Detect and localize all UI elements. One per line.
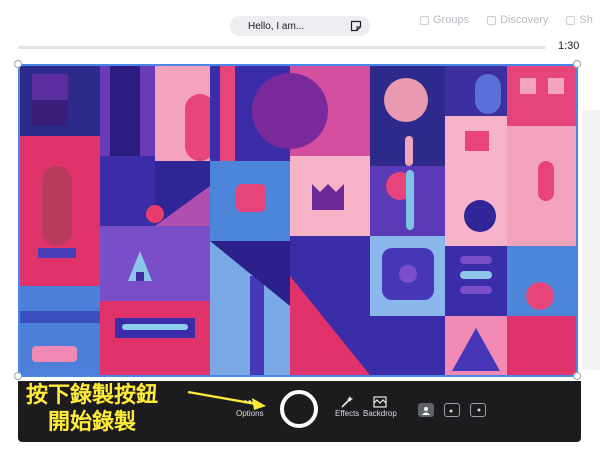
magic-wand-icon	[340, 395, 354, 409]
note-pill[interactable]: Hello, I am...	[230, 16, 370, 36]
discovery-icon	[487, 15, 497, 25]
layout-camera-only-button[interactable]	[418, 403, 434, 417]
groups-icon	[420, 15, 429, 25]
note-text: Hello, I am...	[248, 20, 305, 32]
resize-handle-bottom-right[interactable]	[573, 372, 581, 380]
resize-handle-bottom-left[interactable]	[14, 372, 22, 380]
geometric-artwork	[20, 66, 576, 375]
share-icon	[566, 15, 576, 25]
discovery-nav-item[interactable]: Discovery	[487, 14, 548, 26]
annotation-line2: 開始錄製	[48, 410, 137, 435]
effects-button[interactable]: Effects	[335, 395, 359, 418]
layout-screen-only-button[interactable]	[470, 403, 486, 417]
recording-timeline[interactable]	[18, 46, 546, 49]
annotation-text: 按下錄製按鈕 開始錄製	[26, 382, 158, 436]
record-button[interactable]	[280, 390, 318, 428]
sticky-note-icon[interactable]	[350, 20, 362, 32]
annotation-line1: 按下錄製按鈕	[26, 383, 159, 408]
share-nav-item[interactable]: Sh	[566, 14, 593, 26]
background-side-panel	[582, 110, 600, 370]
time-limit-label: 1:30	[558, 40, 580, 52]
screen-camera-icon	[449, 409, 453, 413]
layout-screen-camera-button[interactable]	[444, 403, 460, 417]
resize-handle-top-right[interactable]	[573, 60, 581, 68]
background-nav: Groups Discovery Sh	[420, 14, 593, 26]
groups-nav-item[interactable]: Groups	[420, 14, 469, 26]
camera-preview	[18, 64, 578, 377]
person-icon	[422, 406, 430, 415]
backdrop-button[interactable]: Backdrop	[363, 395, 397, 418]
effects-label: Effects	[335, 409, 360, 418]
resize-handle-top-left[interactable]	[14, 60, 22, 68]
backdrop-label: Backdrop	[363, 409, 397, 418]
backdrop-icon	[373, 395, 387, 409]
screen-only-icon	[477, 408, 481, 412]
annotation-arrow-icon	[187, 390, 266, 410]
